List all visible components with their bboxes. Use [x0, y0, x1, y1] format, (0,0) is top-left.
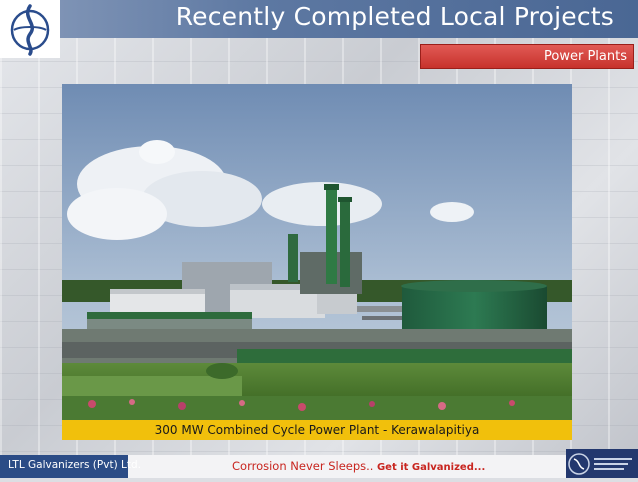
title-band: Recently Completed Local Projects [60, 0, 638, 38]
tagline-part-2: Get it Galvanized... [373, 462, 486, 473]
association-logo [566, 449, 638, 478]
photo-caption: 300 MW Combined Cycle Power Plant - Kera… [62, 420, 572, 440]
power-plant-photo [62, 84, 572, 440]
association-logo-icon [568, 453, 632, 475]
section-tab-label: Power Plants [544, 49, 627, 64]
company-logo-icon [10, 4, 50, 56]
page-title: Recently Completed Local Projects [175, 2, 614, 31]
footer-tagline: Corrosion Never Sleeps.. Get it Galvaniz… [232, 459, 485, 473]
power-plant-illustration [62, 84, 572, 440]
tagline-part-1: Corrosion Never Sleeps.. [232, 459, 374, 473]
company-logo [0, 0, 60, 58]
footer-company-name: LTL Galvanizers (Pvt) Ltd. [8, 459, 141, 471]
footer-company-block: LTL Galvanizers (Pvt) Ltd. [0, 455, 141, 478]
section-tab: Power Plants [420, 44, 634, 69]
